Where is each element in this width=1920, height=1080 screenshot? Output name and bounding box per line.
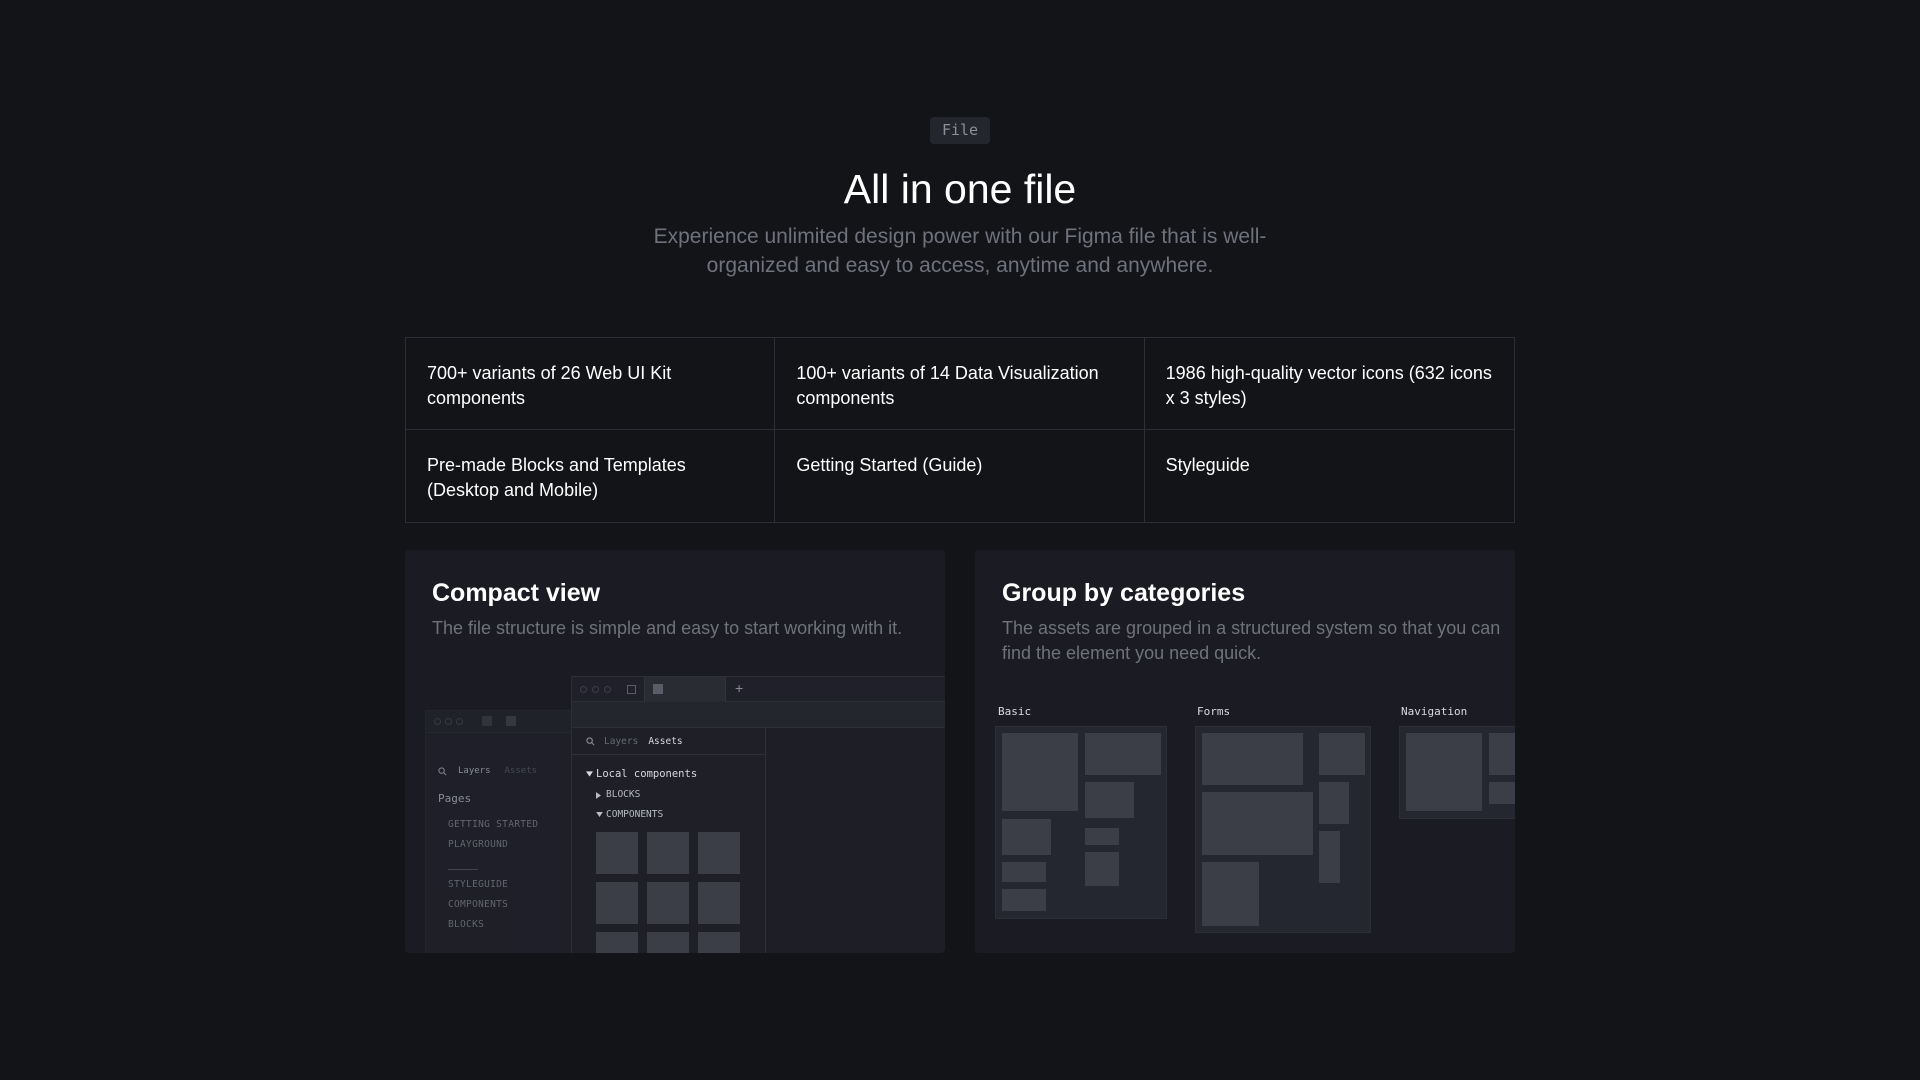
component-thumbnail[interactable] (647, 932, 689, 953)
window-dot-icon (580, 686, 587, 693)
search-icon (438, 767, 447, 776)
plus-icon[interactable]: + (735, 680, 743, 696)
component-thumbnail[interactable] (647, 882, 689, 924)
search-icon (586, 737, 595, 746)
compact-view-title: Compact view (432, 579, 601, 607)
toolbar (572, 702, 945, 728)
asset-block (1002, 733, 1078, 811)
asset-block (1085, 782, 1134, 818)
window-dot-icon (592, 686, 599, 693)
category-label-navigation: Navigation (1401, 705, 1468, 718)
asset-block (1085, 852, 1119, 886)
asset-block (1002, 862, 1046, 882)
asset-block (1319, 831, 1340, 883)
component-thumbnail[interactable] (698, 932, 740, 953)
tab-layers[interactable]: Layers (604, 736, 638, 747)
category-group-forms[interactable] (1195, 726, 1371, 933)
page-subtitle: Experience unlimited design power with o… (653, 225, 1267, 277)
compact-view-card: Compact view The file structure is simpl… (405, 550, 945, 953)
asset-block (1406, 733, 1482, 811)
page: File All in one file Experience unlimite… (0, 0, 1920, 1080)
page-list-item[interactable]: GETTING STARTED (448, 819, 538, 830)
section-badge: File (930, 117, 990, 144)
tab-assets[interactable]: Assets (505, 766, 538, 776)
file-icon (653, 684, 663, 694)
tree-item-blocks[interactable]: BLOCKS (606, 789, 640, 800)
page-list-item[interactable]: PLAYGROUND (448, 839, 508, 850)
features-grid: 700+ variants of 26 Web UI Kit component… (405, 337, 1515, 523)
asset-block (1202, 792, 1313, 855)
active-file-tab[interactable] (644, 677, 726, 702)
tab-layers[interactable]: Layers (458, 766, 491, 776)
feature-item: Getting Started (Guide) (775, 430, 1145, 522)
caret-right-icon[interactable] (596, 792, 601, 799)
layers-panel-preview: Layers Assets Pages GETTING STARTED PLAYG… (425, 710, 575, 953)
category-label-forms: Forms (1197, 705, 1231, 718)
window-dot-icon (434, 718, 441, 725)
tab-assets[interactable]: Assets (648, 736, 682, 747)
page-title: All in one file (843, 166, 1077, 212)
component-thumbnail[interactable] (698, 832, 740, 874)
page-list-item[interactable]: COMPONENTS (448, 899, 508, 910)
feature-item: Styleguide (1165, 455, 1250, 475)
window-titlebar (426, 711, 574, 733)
home-icon (482, 716, 492, 726)
feature-item: 1986 high-quality vector icons (632 icon… (1144, 338, 1514, 430)
asset-block (1489, 782, 1515, 804)
category-group-navigation[interactable] (1399, 726, 1515, 819)
page-list-item[interactable]: BLOCKS (448, 919, 484, 930)
feature-item: 700+ variants of 26 Web UI Kit component… (406, 338, 776, 430)
feature-item: Pre-made Blocks and Templates (Desktop a… (406, 430, 776, 522)
asset-block (1319, 782, 1349, 824)
asset-block (1202, 733, 1303, 785)
feature-item: 100+ variants of 14 Data Visualization c… (775, 338, 1145, 430)
component-thumbnail[interactable] (647, 832, 689, 874)
caret-down-icon[interactable] (596, 812, 603, 817)
component-thumbnail[interactable] (698, 882, 740, 924)
asset-block (1202, 862, 1259, 926)
window-dot-icon (445, 718, 452, 725)
component-thumbnail[interactable] (596, 882, 638, 924)
asset-block (1319, 733, 1365, 775)
pages-label: Pages (438, 792, 472, 805)
categories-description: The assets are grouped in a structured s… (1002, 618, 1501, 663)
home-icon (627, 685, 636, 694)
page-divider (448, 869, 478, 870)
asset-block (1002, 889, 1046, 911)
assets-panel-preview: + Layers Assets Local components BLOCKS C… (571, 676, 945, 953)
category-group-basic[interactable] (995, 726, 1167, 919)
component-thumbnail[interactable] (596, 932, 638, 953)
asset-block (1085, 733, 1161, 775)
window-titlebar: + (572, 677, 945, 702)
asset-block (1489, 733, 1515, 775)
local-components-label[interactable]: Local components (596, 768, 697, 780)
asset-block (1085, 828, 1119, 845)
asset-block (1002, 819, 1051, 855)
file-icon (506, 716, 516, 726)
group-by-categories-card: Group by categories The assets are group… (975, 550, 1515, 953)
category-label-basic: Basic (998, 705, 1032, 718)
window-dot-icon (456, 718, 463, 725)
divider (572, 754, 765, 755)
page-list-item[interactable]: STYLEGUIDE (448, 879, 508, 890)
component-thumbnail[interactable] (596, 832, 638, 874)
categories-title: Group by categories (1002, 579, 1246, 607)
window-dot-icon (604, 686, 611, 693)
caret-down-icon[interactable] (586, 771, 593, 777)
assets-pane: Layers Assets Local components BLOCKS COM… (572, 728, 766, 953)
tree-item-components[interactable]: COMPONENTS (606, 809, 663, 820)
compact-view-description: The file structure is simple and easy to… (432, 618, 903, 638)
